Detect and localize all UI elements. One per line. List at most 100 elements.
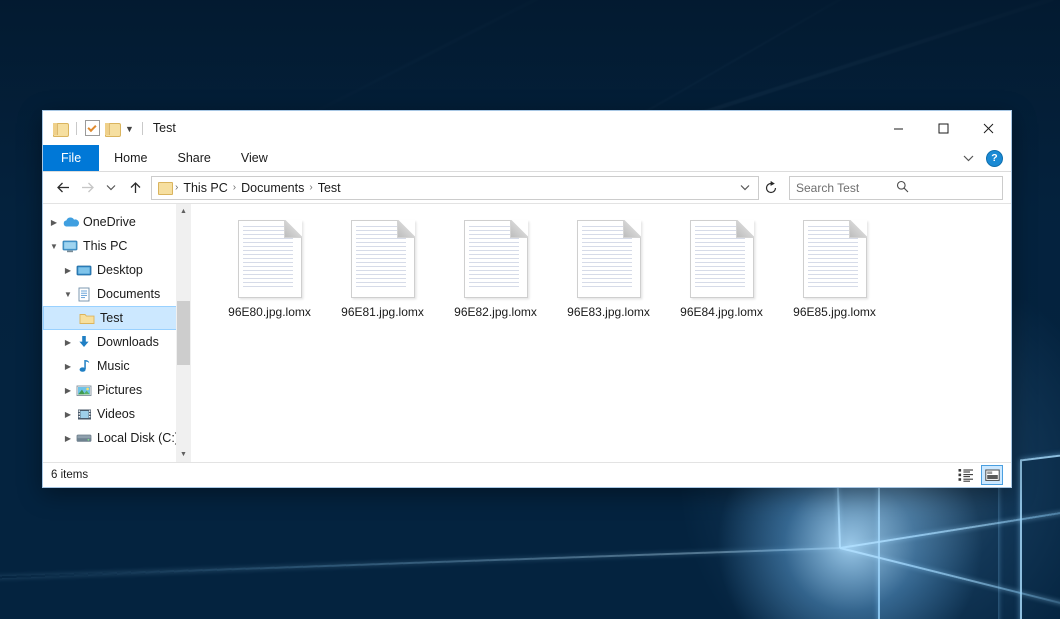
generic-document-icon	[464, 220, 528, 298]
sidebar-item-label: Pictures	[97, 383, 142, 397]
file-list-pane[interactable]: 96E80.jpg.lomx 96E81.jpg.lomx 96E82.jpg.…	[191, 204, 1011, 462]
file-name: 96E84.jpg.lomx	[680, 305, 763, 319]
previous-locations-chevron-down-icon[interactable]	[736, 178, 754, 198]
properties-icon[interactable]	[85, 120, 100, 136]
onedrive-cloud-icon	[61, 216, 79, 228]
sidebar-item-downloads[interactable]: ▶ Downloads	[43, 330, 191, 354]
monitor-icon	[61, 240, 79, 253]
navigation-pane-scrollbar[interactable]: ▲ ▼	[176, 204, 191, 462]
sidebar-item-label: Test	[100, 311, 123, 325]
sidebar-item-local-disk-c[interactable]: ▶ Local Disk (C:)	[43, 426, 191, 450]
chevron-right-icon[interactable]: ▶	[47, 218, 61, 227]
music-note-icon	[75, 359, 93, 373]
videos-film-icon	[75, 408, 93, 421]
ribbon-tab-bar: File Home Share View ?	[43, 145, 1011, 172]
tab-share[interactable]: Share	[163, 145, 226, 171]
search-input[interactable]: Search Test	[789, 176, 1003, 200]
file-name: 96E82.jpg.lomx	[454, 305, 537, 319]
chevron-down-icon[interactable]: ▼	[47, 242, 61, 251]
navigation-pane: ▶ OneDrive ▼ This PC	[43, 204, 191, 462]
chevron-right-icon[interactable]: ▶	[61, 410, 75, 419]
sidebar-item-this-pc[interactable]: ▼ This PC	[43, 234, 191, 258]
sidebar-item-onedrive[interactable]: ▶ OneDrive	[43, 210, 191, 234]
file-item[interactable]: 96E83.jpg.lomx	[552, 218, 665, 319]
file-name: 96E80.jpg.lomx	[228, 305, 311, 319]
new-folder-icon[interactable]	[105, 122, 120, 135]
breadcrumb-item-documents[interactable]: Documents	[237, 181, 308, 195]
sidebar-item-music[interactable]: ▶ Music	[43, 354, 191, 378]
folder-icon	[78, 312, 96, 325]
tab-file[interactable]: File	[43, 145, 99, 171]
expand-ribbon-chevron-down-icon[interactable]	[963, 149, 974, 167]
chevron-down-icon[interactable]: ▼	[61, 290, 75, 299]
file-item[interactable]: 96E85.jpg.lomx	[778, 218, 891, 319]
tab-view[interactable]: View	[226, 145, 283, 171]
chevron-down-icon[interactable]: ▼	[125, 123, 134, 134]
search-icon[interactable]	[896, 180, 996, 196]
scrollbar-thumb[interactable]	[177, 301, 190, 365]
downloads-arrow-icon	[75, 335, 93, 349]
file-item[interactable]: 96E82.jpg.lomx	[439, 218, 552, 319]
chevron-right-icon[interactable]: ▶	[61, 386, 75, 395]
sidebar-item-desktop[interactable]: ▶ Desktop	[43, 258, 191, 282]
help-icon[interactable]: ?	[986, 150, 1003, 167]
chevron-right-icon[interactable]: ▶	[61, 338, 75, 347]
breadcrumb-tools	[736, 178, 756, 198]
file-explorer-window: ▼ Test File Home Share View ?	[42, 110, 1012, 488]
folder-icon	[158, 182, 172, 194]
chevron-right-icon[interactable]: ▶	[61, 266, 75, 275]
recent-locations-chevron-down-icon[interactable]	[99, 176, 123, 200]
sidebar-item-label: Music	[97, 359, 130, 373]
file-item[interactable]: 96E80.jpg.lomx	[213, 218, 326, 319]
scroll-down-arrow-icon[interactable]: ▼	[176, 447, 191, 462]
file-name: 96E83.jpg.lomx	[567, 305, 650, 319]
generic-document-icon	[238, 220, 302, 298]
breadcrumb-item-this-pc[interactable]: This PC	[179, 181, 231, 195]
sidebar-item-videos[interactable]: ▶ Videos	[43, 402, 191, 426]
breadcrumb[interactable]: › This PC › Documents › Test	[151, 176, 759, 200]
explorer-body: ▶ OneDrive ▼ This PC	[43, 203, 1011, 462]
refresh-button[interactable]	[759, 176, 783, 200]
sidebar-item-label: Local Disk (C:)	[97, 431, 179, 445]
divider	[76, 122, 77, 135]
details-view-button[interactable]	[956, 466, 976, 484]
tab-home[interactable]: Home	[99, 145, 162, 171]
sidebar-item-pictures[interactable]: ▶ Pictures	[43, 378, 191, 402]
chevron-right-icon[interactable]: ▶	[61, 362, 75, 371]
chevron-right-icon[interactable]: ▶	[61, 434, 75, 443]
sidebar-item-label: This PC	[83, 239, 127, 253]
item-count-label: 6 items	[51, 469, 88, 481]
status-bar: 6 items	[43, 462, 1011, 487]
sidebar-item-label: OneDrive	[83, 215, 136, 229]
close-button[interactable]	[966, 111, 1011, 145]
view-mode-buttons	[956, 465, 1003, 485]
sidebar-item-label: Downloads	[97, 335, 159, 349]
maximize-button[interactable]	[921, 111, 966, 145]
file-item[interactable]: 96E84.jpg.lomx	[665, 218, 778, 319]
address-bar: › This PC › Documents › Test Search Test	[43, 172, 1011, 203]
minimize-button[interactable]	[876, 111, 921, 145]
scroll-up-arrow-icon[interactable]: ▲	[176, 204, 191, 219]
sidebar-item-label: Documents	[97, 287, 160, 301]
file-name: 96E85.jpg.lomx	[793, 305, 876, 319]
sidebar-item-test[interactable]: Test	[43, 306, 188, 330]
generic-document-icon	[690, 220, 754, 298]
up-button[interactable]	[123, 176, 147, 200]
folder-icon[interactable]	[53, 122, 68, 135]
sidebar-item-documents[interactable]: ▼ Documents	[43, 282, 191, 306]
large-icons-view-button[interactable]	[981, 465, 1003, 485]
ribbon-right-controls: ?	[963, 145, 1003, 171]
back-button[interactable]	[51, 176, 75, 200]
generic-document-icon	[577, 220, 641, 298]
desktop-icon	[75, 264, 93, 277]
scrollbar-track[interactable]	[176, 219, 191, 447]
sidebar-item-label: Videos	[97, 407, 135, 421]
divider	[142, 122, 143, 135]
file-item[interactable]: 96E81.jpg.lomx	[326, 218, 439, 319]
title-bar: ▼ Test	[43, 111, 1011, 145]
sidebar-item-label: Desktop	[97, 263, 143, 277]
hard-disk-icon	[75, 432, 93, 445]
quick-access-toolbar: ▼	[53, 120, 134, 136]
breadcrumb-item-test[interactable]: Test	[314, 181, 345, 195]
search-placeholder: Search Test	[796, 181, 896, 195]
